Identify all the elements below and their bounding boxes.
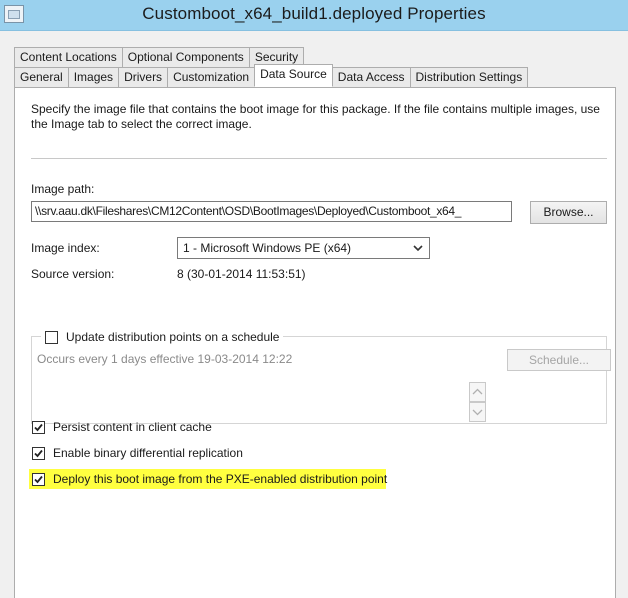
source-version-label: Source version: bbox=[31, 267, 115, 281]
schedule-occurs-text: Occurs every 1 days effective 19-03-2014… bbox=[37, 352, 293, 366]
tab-distribution-settings[interactable]: Distribution Settings bbox=[409, 67, 529, 87]
image-index-value: 1 - Microsoft Windows PE (x64) bbox=[183, 241, 352, 255]
tab-content-locations[interactable]: Content Locations bbox=[14, 47, 123, 67]
binary-replication-label: Enable binary differential replication bbox=[53, 446, 243, 460]
data-source-description: Specify the image file that contains the… bbox=[31, 102, 600, 131]
tab-drivers[interactable]: Drivers bbox=[118, 67, 169, 87]
spinner-up-button[interactable] bbox=[469, 382, 486, 402]
source-version-value: 8 (30-01-2014 11:53:51) bbox=[177, 267, 306, 281]
tab-row-bottom: General Images Drivers Customization Dat… bbox=[14, 64, 529, 87]
option-row-pxe[interactable]: Deploy this boot image from the PXE-enab… bbox=[32, 472, 387, 486]
browse-button[interactable]: Browse... bbox=[530, 201, 607, 224]
data-source-panel: Specify the image file that contains the… bbox=[14, 87, 616, 598]
checkmark-icon bbox=[34, 449, 43, 457]
deploy-pxe-checkbox[interactable] bbox=[32, 472, 45, 486]
schedule-button[interactable]: Schedule... bbox=[507, 349, 611, 371]
tab-images[interactable]: Images bbox=[67, 67, 120, 87]
tab-data-source[interactable]: Data Source bbox=[254, 64, 333, 87]
title-bar: Customboot_x64_build1.deployed Propertie… bbox=[0, 0, 628, 31]
tab-general[interactable]: General bbox=[14, 67, 69, 87]
image-path-label: Image path: bbox=[31, 182, 95, 196]
tab-data-access[interactable]: Data Access bbox=[331, 67, 411, 87]
chevron-down-icon bbox=[412, 239, 424, 257]
option-row-persist[interactable]: Persist content in client cache bbox=[32, 420, 212, 434]
schedule-checkbox[interactable] bbox=[45, 330, 58, 344]
persist-content-checkbox[interactable] bbox=[32, 420, 45, 434]
image-index-label: Image index: bbox=[31, 241, 100, 255]
binary-replication-checkbox[interactable] bbox=[32, 446, 45, 460]
option-row-binary-replication[interactable]: Enable binary differential replication bbox=[32, 446, 243, 460]
properties-dialog: Content Locations Optional Components Se… bbox=[0, 31, 628, 598]
section-divider bbox=[31, 158, 607, 160]
tab-customization[interactable]: Customization bbox=[167, 67, 256, 87]
chevron-up-icon bbox=[472, 388, 483, 395]
deploy-pxe-label: Deploy this boot image from the PXE-enab… bbox=[53, 472, 388, 486]
persist-content-label: Persist content in client cache bbox=[53, 420, 212, 434]
spinner-down-button[interactable] bbox=[469, 402, 486, 422]
image-index-select[interactable]: 1 - Microsoft Windows PE (x64) bbox=[177, 237, 430, 259]
checkmark-icon bbox=[34, 475, 43, 483]
checkmark-icon bbox=[34, 423, 43, 431]
window-title: Customboot_x64_build1.deployed Propertie… bbox=[142, 4, 486, 23]
schedule-checkbox-row[interactable]: Update distribution points on a schedule bbox=[41, 329, 284, 345]
schedule-spinner[interactable] bbox=[469, 382, 486, 424]
image-path-input[interactable]: \\srv.aau.dk\Fileshares\CM12Content\OSD\… bbox=[31, 201, 512, 222]
tab-optional-components[interactable]: Optional Components bbox=[121, 47, 250, 67]
chevron-down-icon bbox=[472, 409, 483, 416]
schedule-checkbox-label: Update distribution points on a schedule bbox=[66, 330, 280, 344]
